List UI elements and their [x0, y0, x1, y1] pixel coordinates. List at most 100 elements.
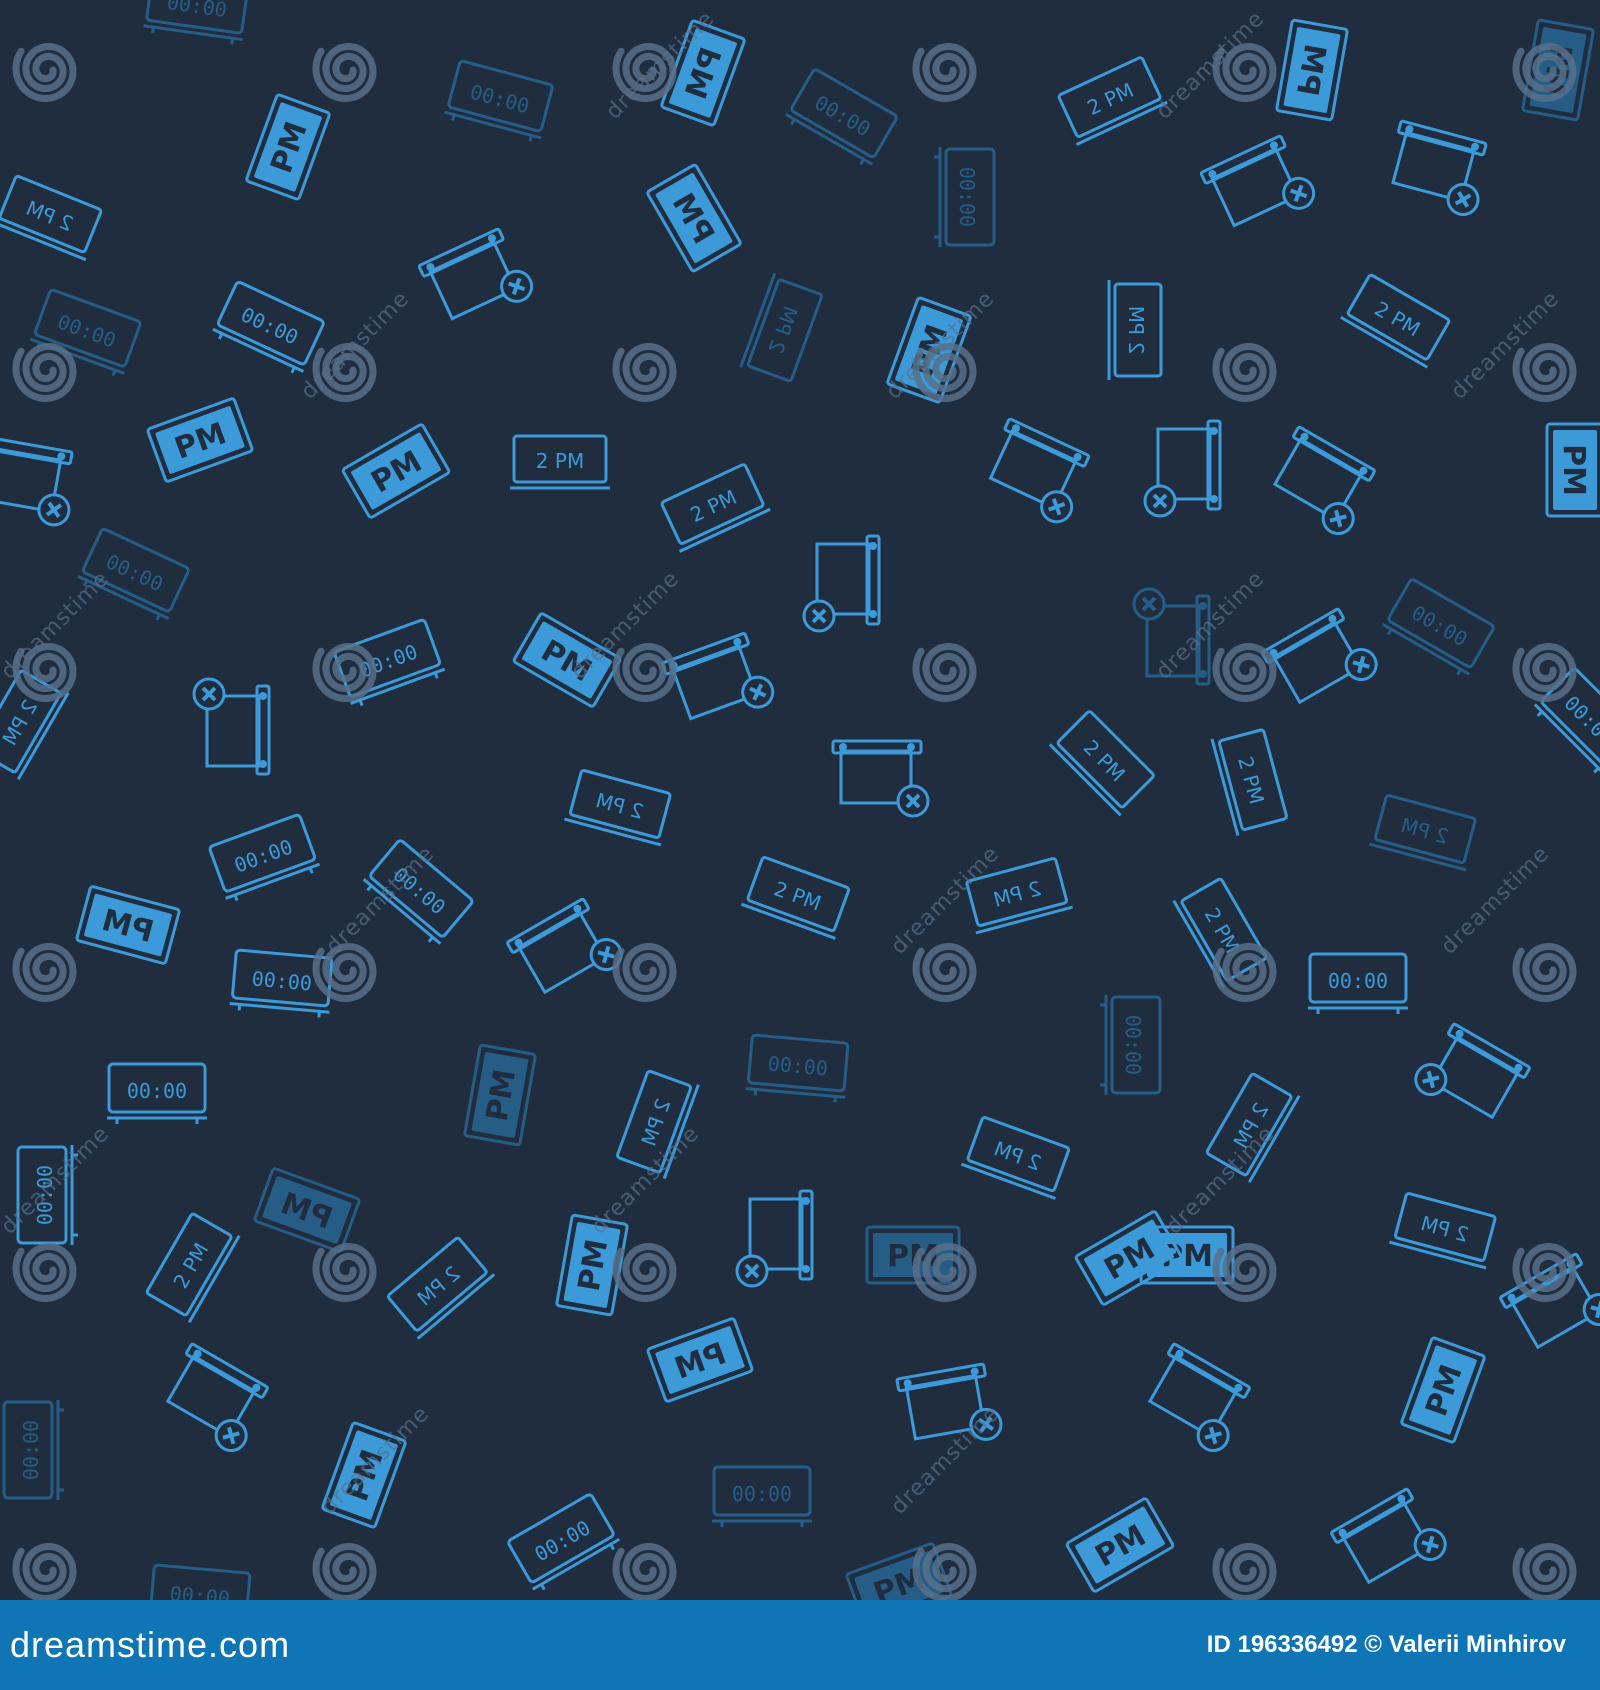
spiral-logo-icon: [1212, 1542, 1277, 1600]
clock-display-text: 00:00: [102, 549, 167, 596]
spiral-logo-icon: [612, 1242, 677, 1303]
clock-display-text: 00:00: [767, 1051, 829, 1080]
calendar-delete-icon: [988, 417, 1091, 524]
calendar-delete-icon: [1272, 425, 1376, 536]
calendar-delete-icon: [1261, 607, 1378, 705]
calendar-delete-icon: [1330, 1487, 1447, 1585]
spiral-logo-icon: [1212, 342, 1277, 403]
spiral-logo-icon: [1512, 342, 1577, 403]
2pm-label-icon: 2 PM: [1210, 728, 1288, 836]
digital-clock-icon: 00:00: [2, 1400, 64, 1500]
clock-display-text: 00:00: [251, 966, 313, 995]
pm-label-icon: PM: [253, 1167, 361, 1253]
2pm-label-icon: 2 PM: [740, 856, 851, 940]
digital-clock-icon: 00:00: [149, 1563, 252, 1600]
calendar-delete-icon: [192, 677, 271, 776]
spiral-logo-icon: [912, 642, 977, 703]
spiral-logo-icon: [12, 1542, 77, 1600]
clock-display-text: 00:00: [732, 1482, 792, 1506]
2pm-text: 2 PM: [593, 788, 646, 824]
digital-clock-icon: 00:00: [1308, 952, 1408, 1014]
2pm-text: 2 PM: [536, 449, 584, 473]
watermark-text: dreamstime: [886, 1401, 1004, 1519]
pm-label-icon: PM: [1400, 1336, 1486, 1444]
2pm-text: 2 PM: [771, 876, 825, 915]
spiral-logo-icon: [912, 942, 977, 1003]
2pm-label-icon: 2 PM: [960, 1116, 1071, 1200]
watermark-text: dreamstime: [1151, 6, 1269, 124]
pm-label-icon: PM: [1065, 1497, 1175, 1593]
pm-label-icon: PM: [341, 423, 451, 519]
2pm-text: 2 PM: [1233, 754, 1269, 807]
watermark-text: dreamstime: [886, 841, 1004, 959]
calendar-delete-icon: [1199, 134, 1316, 228]
spiral-logo-icon: [312, 42, 377, 103]
calendar-delete-icon: [1391, 119, 1488, 216]
pm-label-icon: PM: [245, 93, 331, 201]
digital-clock-icon: 00:00: [712, 1465, 812, 1527]
calendar-delete-icon: [831, 739, 930, 818]
calendar-delete-icon: [165, 1342, 269, 1453]
digital-clock-icon: 00:00: [1381, 578, 1495, 676]
2pm-text: 2 PM: [991, 876, 1044, 912]
brand-watermark: dreamstime.com: [10, 1624, 291, 1665]
digital-clock-icon: 00:00: [745, 1033, 850, 1103]
2pm-text: 2 PM: [764, 303, 803, 357]
2pm-text: 2 PM: [1398, 813, 1451, 849]
2pm-label-icon: 2 PM: [739, 272, 823, 383]
spiral-logo-icon: [12, 342, 77, 403]
pm-label-icon: PM: [1275, 18, 1349, 122]
spiral-logo-icon: [1512, 642, 1577, 703]
digital-clock-icon: 00:00: [107, 1062, 207, 1124]
2pm-text: 2 PM: [1371, 296, 1425, 341]
2pm-label-icon: 2 PM: [564, 769, 672, 847]
seamless-pattern: 00:00 PM 00:00 PM 00:00 00:00 2 PM PM PM 2 PM PM 00…: [0, 0, 1600, 1600]
calendar-delete-icon: [1147, 1342, 1251, 1453]
clock-display-text: 00:00: [1121, 1015, 1145, 1075]
2pm-label-icon: 2 PM: [0, 174, 103, 262]
2pm-label-icon: 2 PM: [1048, 710, 1155, 817]
spiral-logo-icon: [1512, 942, 1577, 1003]
clock-display-text: 00:00: [19, 1420, 43, 1480]
spiral-logo-icon: [12, 42, 77, 103]
2pm-label-icon: 2 PM: [145, 1212, 241, 1324]
2pm-label-icon: 2 PM: [1339, 273, 1451, 369]
2pm-label-icon: 2 PM: [1057, 56, 1168, 146]
spiral-logo-icon: [912, 42, 977, 103]
spiral-logo-icon: [312, 642, 377, 703]
2pm-label-icon: 2 PM: [660, 463, 771, 553]
pm-label-icon: PM: [463, 1043, 537, 1147]
2pm-label-icon: 2 PM: [510, 434, 610, 490]
clock-display-text: 00:00: [237, 302, 302, 349]
digital-clock-icon: 00:00: [29, 288, 142, 377]
2pm-label-icon: 2 PM: [387, 1236, 496, 1340]
spiral-logo-icon: [1512, 1542, 1577, 1600]
digital-clock-icon: 00:00: [507, 1493, 621, 1591]
2pm-text: 2 PM: [168, 1239, 213, 1293]
calendar-delete-icon: [0, 435, 74, 527]
calendar-delete-icon: [735, 1189, 814, 1288]
clock-display-text: 00:00: [1328, 969, 1388, 993]
2pm-text: 2 PM: [1124, 306, 1148, 354]
2pm-label-icon: 2 PM: [1389, 1192, 1497, 1270]
spiral-logo-icon: [1212, 642, 1277, 703]
calendar-delete-icon: [661, 632, 775, 721]
digital-clock-icon: 00:00: [934, 147, 996, 247]
spiral-logo-icon: [312, 1542, 377, 1600]
spiral-logo-icon: [12, 1242, 77, 1303]
digital-clock-icon: 00:00: [1100, 995, 1162, 1095]
calendar-delete-icon: [1143, 419, 1222, 518]
digital-clock-icon: 00:00: [212, 280, 325, 374]
footer-bar: dreamstime.com ID 196336492 © Valerii Mi…: [0, 1600, 1600, 1690]
watermark-text: dreamstime: [0, 566, 114, 684]
pm-label-icon: PM: [75, 885, 181, 965]
pm-label-icon: PM: [1545, 422, 1600, 518]
pm-text: PM: [1556, 444, 1591, 496]
digital-clock-icon: 00:00: [444, 59, 554, 142]
spiral-logo-icon: [312, 1242, 377, 1303]
spiral-logo-icon: [612, 1542, 677, 1600]
calendar-delete-icon: [1414, 1022, 1531, 1120]
pattern-canvas: 00:00 PM 00:00 PM 00:00 00:00 2 PM PM PM 2 PM PM 00…: [0, 0, 1600, 1600]
spiral-logo-icon: [312, 942, 377, 1003]
2pm-label-icon: 2 PM: [1369, 794, 1477, 872]
